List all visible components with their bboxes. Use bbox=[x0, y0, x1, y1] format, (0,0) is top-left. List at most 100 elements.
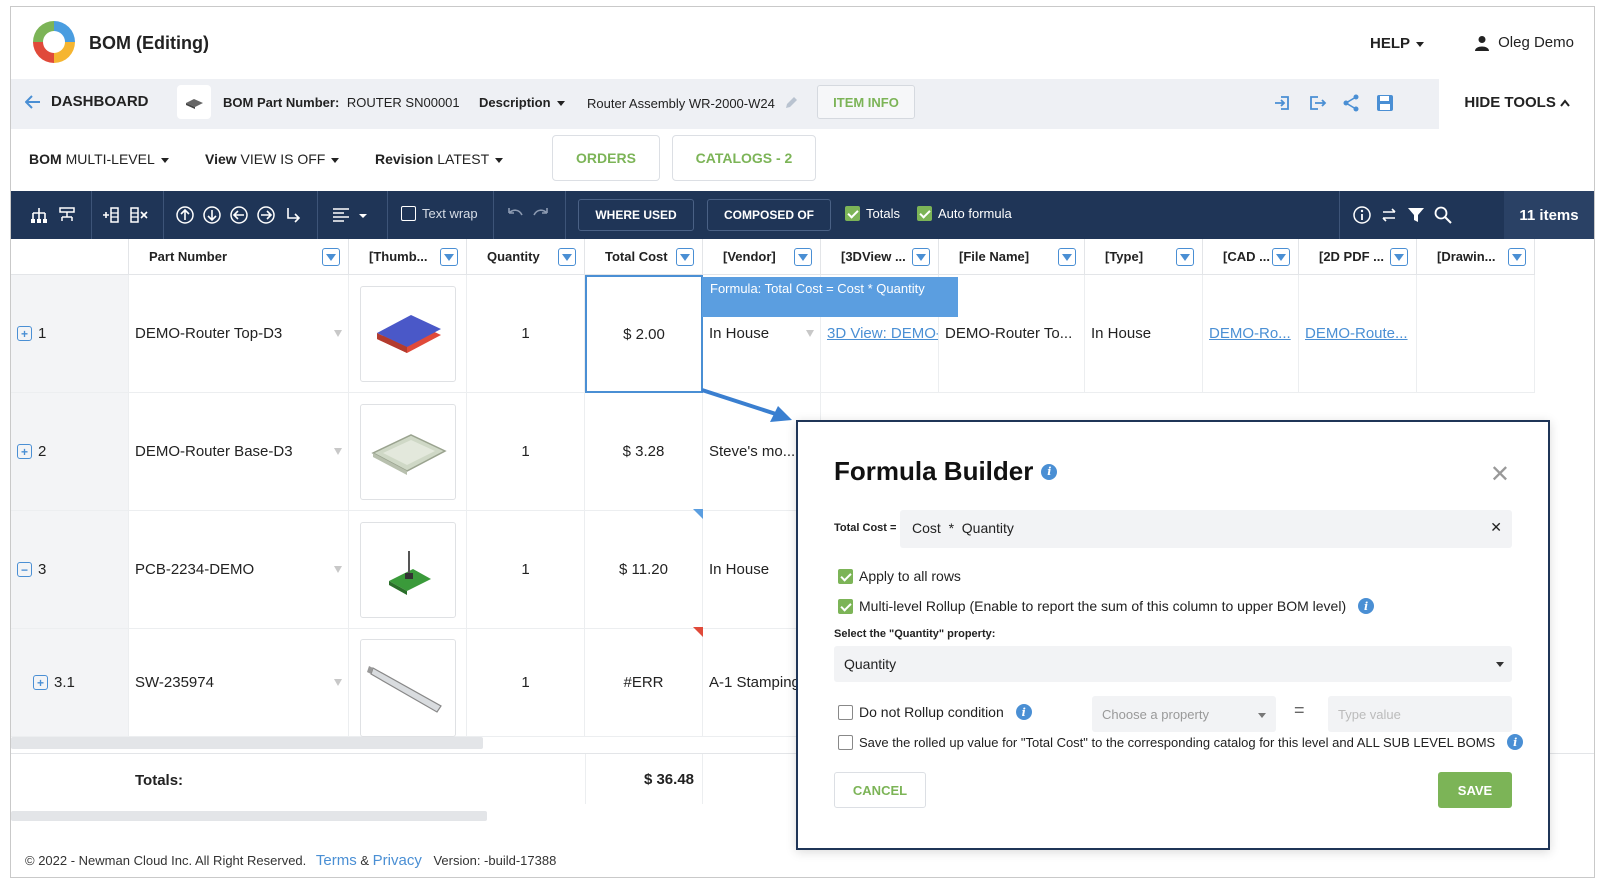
info-icon[interactable]: i bbox=[1015, 704, 1032, 720]
condition-value-input[interactable]: Type value bbox=[1328, 696, 1512, 732]
view-dropdown[interactable]: View VIEW IS OFF bbox=[205, 151, 340, 167]
where-used-button[interactable]: WHERE USED bbox=[578, 199, 694, 231]
column-header-drawing[interactable]: [Drawin... bbox=[1417, 239, 1535, 275]
thumbnail-cell[interactable] bbox=[349, 275, 467, 393]
align-icon[interactable] bbox=[331, 205, 351, 225]
chevron-down-icon[interactable] bbox=[806, 330, 814, 337]
text-wrap-checkbox[interactable] bbox=[401, 206, 416, 221]
collapse-icon[interactable]: − bbox=[17, 562, 32, 577]
revision-dropdown[interactable]: Revision LATEST bbox=[375, 151, 504, 167]
bom-level-dropdown[interactable]: BOM MULTI-LEVEL bbox=[29, 151, 169, 167]
move-left-icon[interactable] bbox=[229, 205, 249, 225]
redo-icon[interactable] bbox=[531, 205, 551, 225]
column-header-quantity[interactable]: Quantity bbox=[467, 239, 585, 275]
hierarchy-icon[interactable] bbox=[29, 205, 49, 225]
thumbnail-image[interactable] bbox=[359, 639, 456, 737]
pencil-icon[interactable] bbox=[783, 95, 799, 111]
table-row-label[interactable]: +1 bbox=[11, 275, 129, 393]
column-header-cad[interactable]: [CAD ... bbox=[1203, 239, 1299, 275]
item-info-button[interactable]: ITEM INFO bbox=[817, 85, 915, 119]
add-column-icon[interactable] bbox=[101, 205, 121, 225]
part-thumbnail[interactable] bbox=[177, 85, 211, 119]
type-cell[interactable]: In House bbox=[1085, 275, 1203, 393]
error-marker-icon[interactable] bbox=[693, 627, 703, 637]
indent-arrow-icon[interactable] bbox=[283, 205, 303, 225]
column-header-2d-pdf[interactable]: [2D PDF ... bbox=[1299, 239, 1417, 275]
table-row-label[interactable]: +3.1 bbox=[11, 629, 129, 737]
dashboard-link[interactable]: DASHBOARD bbox=[25, 93, 149, 110]
chevron-down-icon[interactable] bbox=[353, 205, 373, 225]
filter-icon[interactable] bbox=[1406, 205, 1426, 225]
info-icon[interactable]: i bbox=[1507, 734, 1524, 750]
totals-checkbox[interactable] bbox=[845, 206, 860, 221]
help-menu[interactable]: HELP bbox=[1370, 35, 1424, 52]
drawing-cell[interactable] bbox=[1417, 275, 1535, 393]
no-rollup-checkbox[interactable] bbox=[838, 704, 853, 720]
info-icon[interactable]: i bbox=[1041, 463, 1058, 480]
chevron-down-icon[interactable] bbox=[334, 566, 342, 573]
import-icon[interactable] bbox=[1273, 93, 1293, 113]
cad-link[interactable]: DEMO-Ro... bbox=[1209, 325, 1291, 342]
quantity-cell[interactable]: 1 bbox=[467, 511, 585, 629]
part-number-cell[interactable]: DEMO-Router Base-D3 bbox=[129, 393, 349, 511]
filter-dropdown-icon[interactable] bbox=[1176, 248, 1194, 266]
hide-tools-button[interactable]: HIDE TOOLS bbox=[1464, 94, 1570, 111]
horizontal-scrollbar[interactable] bbox=[11, 737, 483, 749]
save-rolled-toggle[interactable]: Save the rolled up value for "Total Cost… bbox=[838, 734, 1524, 750]
thumbnail-cell[interactable] bbox=[349, 629, 467, 737]
filter-dropdown-icon[interactable] bbox=[794, 248, 812, 266]
filter-dropdown-icon[interactable] bbox=[1508, 248, 1526, 266]
2d-pdf-link[interactable]: DEMO-Route... bbox=[1305, 325, 1408, 342]
quantity-cell[interactable]: 1 bbox=[467, 629, 585, 737]
close-icon[interactable]: ✕ bbox=[1490, 460, 1510, 489]
file-name-cell[interactable]: DEMO-Router To... bbox=[939, 275, 1085, 393]
filter-dropdown-icon[interactable] bbox=[440, 248, 458, 266]
filter-dropdown-icon[interactable] bbox=[1390, 248, 1408, 266]
save-rolled-checkbox[interactable] bbox=[838, 734, 853, 750]
hierarchy-collapse-icon[interactable] bbox=[57, 205, 77, 225]
clear-icon[interactable]: ✕ bbox=[1490, 519, 1502, 536]
terms-link[interactable]: Terms bbox=[316, 852, 357, 869]
info-icon[interactable] bbox=[1352, 205, 1372, 225]
chevron-down-icon[interactable] bbox=[334, 679, 342, 686]
cad-cell[interactable]: DEMO-Ro... bbox=[1203, 275, 1299, 393]
text-wrap-toggle[interactable]: Text wrap bbox=[401, 206, 478, 221]
thumbnail-image[interactable] bbox=[359, 285, 456, 382]
part-number-cell[interactable]: SW-235974 bbox=[129, 629, 349, 737]
column-header-file-name[interactable]: [File Name] bbox=[939, 239, 1085, 275]
2d-pdf-cell[interactable]: DEMO-Route... bbox=[1299, 275, 1417, 393]
cancel-button[interactable]: CANCEL bbox=[834, 772, 926, 808]
total-cost-cell[interactable]: $ 3.28 bbox=[585, 393, 703, 511]
auto-formula-toggle[interactable]: Auto formula bbox=[917, 206, 1012, 221]
column-header-part-number[interactable]: Part Number bbox=[129, 239, 349, 275]
3dview-link[interactable]: 3D View: DEMO- bbox=[827, 325, 938, 342]
privacy-link[interactable]: Privacy bbox=[373, 852, 422, 869]
export-icon[interactable] bbox=[1307, 93, 1327, 113]
formula-input[interactable]: Cost * Quantity ✕ bbox=[900, 510, 1512, 548]
total-cost-cell[interactable]: #ERR bbox=[585, 629, 703, 737]
remove-column-icon[interactable] bbox=[129, 205, 149, 225]
part-number-cell[interactable]: PCB-2234-DEMO bbox=[129, 511, 349, 629]
filter-dropdown-icon[interactable] bbox=[322, 248, 340, 266]
column-header-total-cost[interactable]: Total Cost bbox=[585, 239, 703, 275]
column-header-type[interactable]: [Type] bbox=[1085, 239, 1203, 275]
filter-dropdown-icon[interactable] bbox=[1058, 248, 1076, 266]
total-cost-cell[interactable]: $ 11.20 bbox=[585, 511, 703, 629]
expand-icon[interactable]: + bbox=[17, 326, 32, 341]
table-row-label[interactable]: +2 bbox=[11, 393, 129, 511]
move-down-icon[interactable] bbox=[202, 205, 222, 225]
totals-toggle[interactable]: Totals bbox=[845, 206, 900, 221]
total-cost-cell[interactable]: $ 2.00 bbox=[585, 275, 703, 393]
thumbnail-image[interactable] bbox=[359, 403, 456, 500]
horizontal-scrollbar-bottom[interactable] bbox=[11, 811, 487, 821]
thumbnail-cell[interactable] bbox=[349, 393, 467, 511]
move-right-icon[interactable] bbox=[256, 205, 276, 225]
column-header-thumbnail[interactable]: [Thumb... bbox=[349, 239, 467, 275]
orders-button[interactable]: ORDERS bbox=[552, 135, 660, 181]
comment-marker-icon[interactable] bbox=[693, 509, 703, 519]
swap-icon[interactable] bbox=[1379, 205, 1399, 225]
quantity-cell[interactable]: 1 bbox=[467, 393, 585, 511]
quantity-cell[interactable]: 1 bbox=[467, 275, 585, 393]
filter-dropdown-icon[interactable] bbox=[1272, 248, 1290, 266]
no-rollup-toggle[interactable]: Do not Rollup condition i bbox=[838, 704, 1032, 720]
